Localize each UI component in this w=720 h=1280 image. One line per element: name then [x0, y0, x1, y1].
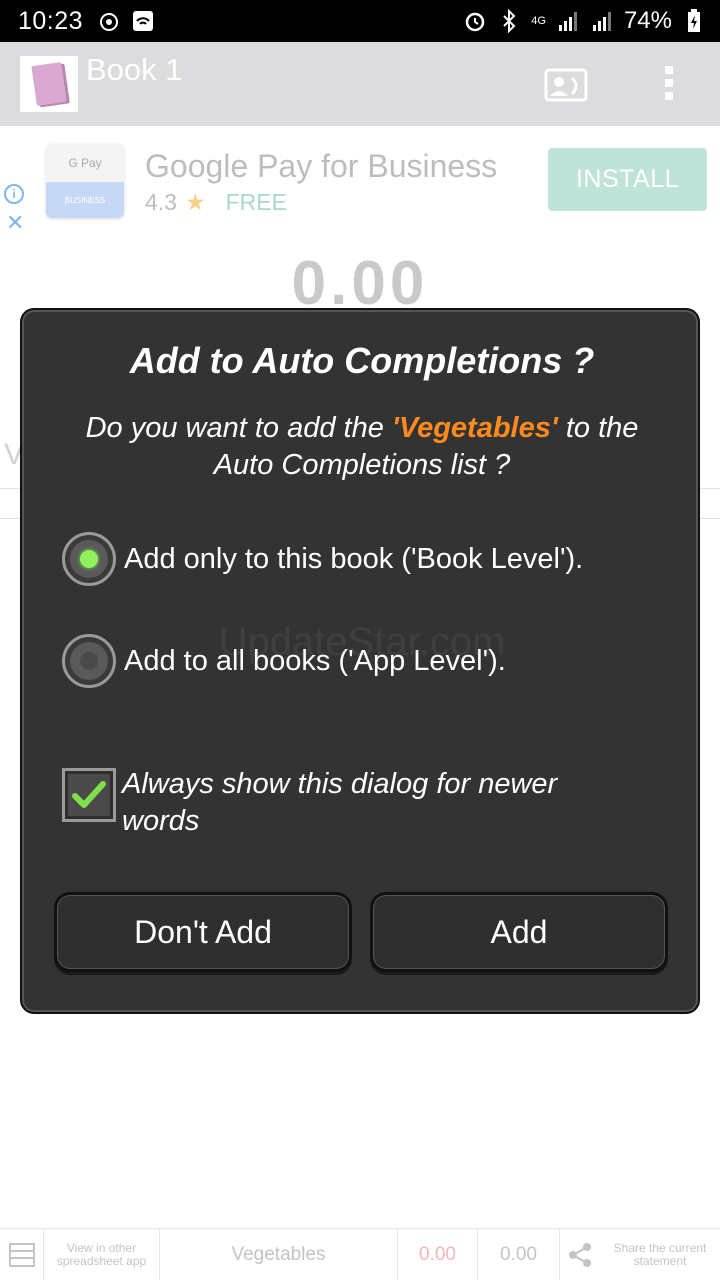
screenshot-icon	[97, 9, 121, 33]
install-button[interactable]: INSTALL	[548, 148, 707, 211]
option-app-level[interactable]: Add to all books ('App Level').	[62, 634, 506, 688]
dont-add-button[interactable]: Don't Add	[54, 892, 352, 972]
status-time: 10:23	[18, 6, 84, 35]
alarm-icon	[463, 9, 487, 33]
radio-button-selected[interactable]	[62, 532, 116, 586]
ad-info-icon[interactable]: i	[4, 184, 24, 204]
network-type: 4G	[531, 15, 546, 27]
contact-card-icon[interactable]	[544, 68, 588, 107]
share-statement-button[interactable]: Share the current statement	[600, 1229, 720, 1280]
wifi-box-icon	[131, 9, 155, 33]
view-other-app-button[interactable]: View in other spreadsheet app	[44, 1229, 160, 1280]
battery-charging-icon	[682, 9, 706, 33]
dialog-message: Do you want to add the 'Vegetables' to t…	[62, 410, 662, 484]
ad-title: Google Pay for Business	[145, 148, 498, 184]
star-icon: ★	[184, 189, 206, 215]
book-cover-icon[interactable]	[20, 56, 78, 112]
battery-percent: 74%	[623, 7, 672, 34]
option-label: Add only to this book ('Book Level').	[124, 542, 584, 575]
ad-banner[interactable]: i ✕ G Pay BUSINESS Google Pay for Busine…	[0, 126, 720, 236]
value-debit: 0.00	[398, 1229, 478, 1280]
ad-meta: 4.3 ★ FREE	[145, 189, 287, 216]
option-label: Add to all books ('App Level').	[124, 644, 506, 677]
book-title: Book 1	[86, 52, 183, 87]
always-show-option[interactable]: Always show this dialog for newer words	[62, 766, 602, 840]
value-credit: 0.00	[478, 1229, 560, 1280]
always-show-checkbox[interactable]	[62, 768, 116, 822]
app-bar: Book 1	[0, 42, 720, 126]
radio-button-unselected[interactable]	[62, 634, 116, 688]
bottom-bar: View in other spreadsheet app Vegetables…	[0, 1228, 720, 1280]
item-name: Vegetables	[160, 1229, 398, 1280]
ad-price: FREE	[225, 189, 287, 215]
dialog-title: Add to Auto Completions ?	[129, 340, 595, 381]
option-book-level[interactable]: Add only to this book ('Book Level').	[62, 532, 583, 586]
ad-close-icon[interactable]: ✕	[6, 210, 24, 236]
signal-icon	[556, 9, 580, 33]
ad-rating: 4.3	[145, 189, 177, 215]
status-bar: 10:23 4G 74%	[0, 0, 720, 42]
bluetooth-icon	[497, 9, 521, 33]
checkbox-label: Always show this dialog for newer words	[122, 768, 558, 837]
signal-2-icon	[590, 9, 614, 33]
google-pay-app-icon: G Pay BUSINESS	[46, 144, 124, 218]
share-icon[interactable]	[560, 1229, 600, 1280]
message-before: Do you want to add the	[85, 412, 392, 444]
spreadsheet-icon[interactable]	[0, 1229, 44, 1280]
auto-completion-dialog: Add to Auto Completions ? Do you want to…	[20, 308, 700, 1014]
add-button[interactable]: Add	[370, 892, 668, 972]
highlighted-word: 'Vegetables'	[391, 412, 558, 444]
ad-icon-bottom-text: BUSINESS	[46, 182, 124, 218]
overflow-menu-icon[interactable]	[665, 66, 673, 100]
ad-icon-top-text: G Pay	[46, 144, 124, 182]
checkmark-icon	[72, 781, 106, 808]
